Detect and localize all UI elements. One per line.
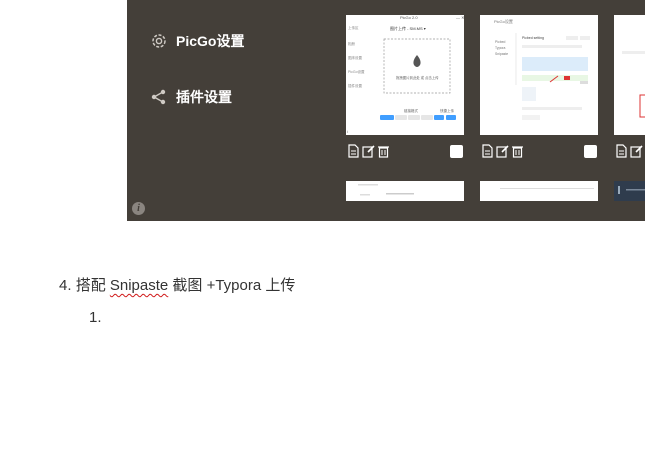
thumbnail-row2-2[interactable] bbox=[480, 181, 598, 201]
sidebar-item-label: 插件设置 bbox=[176, 89, 232, 105]
sidebar-item-picgo-settings[interactable]: PicGo设置 bbox=[150, 31, 244, 51]
list-text-before: 搭配 bbox=[75, 277, 110, 294]
thumbnail-image: PicGo设置 Picbed Typora Snipaste Picbed sett… bbox=[480, 15, 598, 135]
svg-text:PicGo 2.0: PicGo 2.0 bbox=[400, 15, 418, 20]
thumbnail-actions bbox=[615, 144, 645, 158]
svg-text:图片上传 - SM.MS ▾: 图片上传 - SM.MS ▾ bbox=[390, 25, 426, 31]
sub-list-item[interactable]: 1. bbox=[89, 309, 102, 326]
list-item-4: 4. 搭配 Snipaste 截图 +Typora 上传 bbox=[59, 274, 295, 295]
svg-text:Picbed setting: Picbed setting bbox=[522, 36, 544, 40]
svg-text:链接格式: 链接格式 bbox=[404, 108, 418, 113]
file-icon[interactable] bbox=[347, 144, 360, 158]
trash-icon[interactable] bbox=[511, 144, 524, 158]
gear-icon bbox=[152, 34, 166, 48]
thumbnail-image bbox=[480, 181, 598, 201]
svg-text:Snipaste: Snipaste bbox=[495, 52, 508, 56]
svg-text:PicGo设置: PicGo设置 bbox=[348, 69, 365, 74]
thumbnail-image bbox=[614, 15, 645, 135]
thumbnail-picgo-upload[interactable]: PicGo 2.0 — ✕ 图片上传 - SM.MS ▾ 上传区相册图床设置 P… bbox=[346, 15, 464, 135]
thumbnail-actions bbox=[481, 144, 526, 158]
share-icon bbox=[151, 89, 166, 105]
snipaste-link[interactable]: Snipaste bbox=[110, 277, 168, 294]
select-checkbox[interactable] bbox=[584, 145, 597, 158]
trash-icon[interactable] bbox=[377, 144, 390, 158]
list-number: 4. bbox=[59, 277, 72, 294]
svg-text:— ✕: — ✕ bbox=[456, 15, 464, 20]
thumbnail-actions bbox=[347, 144, 392, 158]
thumbnail-image bbox=[346, 181, 464, 201]
svg-text:Typora: Typora bbox=[495, 46, 505, 50]
thumbnail-image bbox=[614, 181, 645, 201]
thumbnail-row2-1[interactable] bbox=[346, 181, 464, 201]
sidebar-item-label: PicGo设置 bbox=[176, 33, 245, 49]
thumbnail-partial[interactable] bbox=[614, 15, 645, 135]
file-icon[interactable] bbox=[481, 144, 494, 158]
svg-text:PicGo设置: PicGo设置 bbox=[494, 18, 513, 24]
file-icon[interactable] bbox=[615, 144, 628, 158]
edit-icon[interactable] bbox=[362, 144, 375, 158]
edit-icon[interactable] bbox=[496, 144, 509, 158]
thumbnail-image: PicGo 2.0 — ✕ 图片上传 - SM.MS ▾ 上传区相册图床设置 P… bbox=[346, 15, 464, 135]
svg-text:快捷上传: 快捷上传 bbox=[440, 108, 454, 113]
svg-text:i: i bbox=[347, 129, 348, 134]
svg-text:Picbed: Picbed bbox=[495, 40, 505, 44]
sidebar-item-plugin-settings[interactable]: 插件设置 bbox=[150, 87, 232, 107]
thumbnail-row2-3[interactable] bbox=[614, 181, 645, 201]
select-checkbox[interactable] bbox=[450, 145, 463, 158]
thumbnail-picgo-settings[interactable]: PicGo设置 Picbed Typora Snipaste Picbed sett… bbox=[480, 15, 598, 135]
picgo-screenshot: PicGo设置 插件设置 i PicGo 2.0 — ✕ 图片上传 - SM.M… bbox=[127, 0, 645, 221]
svg-text:图床设置: 图床设置 bbox=[348, 55, 362, 60]
list-text-after: 截图 +Typora 上传 bbox=[168, 277, 296, 294]
svg-text:上传区: 上传区 bbox=[348, 25, 359, 30]
info-icon[interactable]: i bbox=[132, 202, 145, 215]
svg-text:插件设置: 插件设置 bbox=[348, 83, 362, 88]
edit-icon[interactable] bbox=[630, 144, 643, 158]
svg-text:相册: 相册 bbox=[348, 41, 356, 46]
svg-text:拖拽图片到此处 或 点击上传: 拖拽图片到此处 或 点击上传 bbox=[396, 75, 439, 80]
